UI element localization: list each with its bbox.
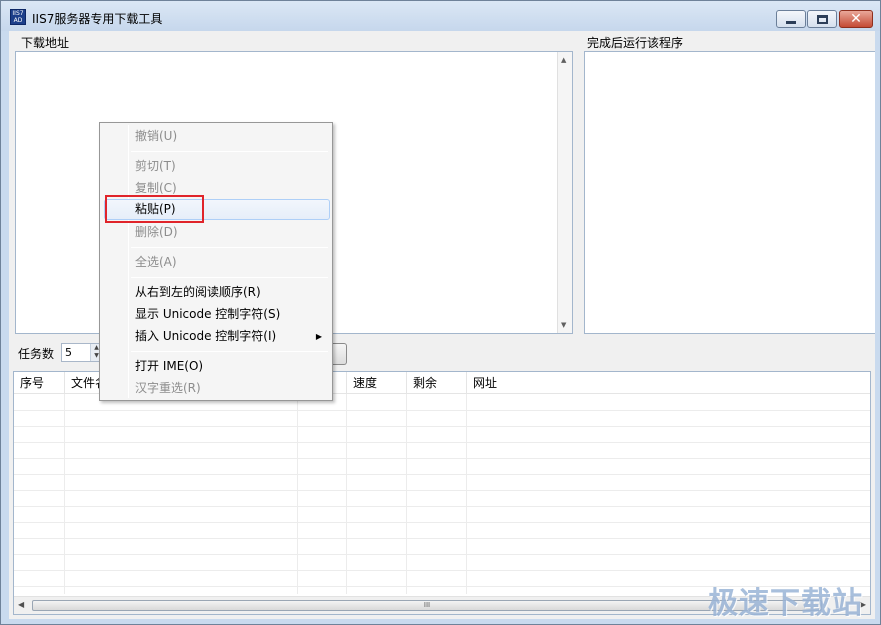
menu-item-cut[interactable]: 剪切(T) [104,156,330,177]
grid-line [14,410,870,411]
task-count-value: 5 [65,346,72,359]
column-header-speed[interactable]: 速度 [347,372,407,394]
grid-line [14,442,870,443]
menu-item-insert-unicode-label: 插入 Unicode 控制字符(I) [135,329,277,343]
watermark-logo: 极速下载站 [708,586,863,621]
column-header-url[interactable]: 网址 [467,372,870,394]
grid-line [14,506,870,507]
grid-line [14,474,870,475]
grid-line [406,394,407,594]
minimize-icon [786,20,796,24]
task-count-stepper[interactable]: 5 ▲ ▼ [61,343,103,362]
minimize-button[interactable] [776,10,806,28]
scroll-up-icon[interactable]: ▲ [561,56,566,64]
menu-item-insert-unicode[interactable]: 插入 Unicode 控制字符(I) ▶ [104,326,330,347]
menu-item-delete[interactable]: 删除(D) [104,222,330,243]
grid-line [14,458,870,459]
scroll-left-icon[interactable]: ◀ [18,600,24,609]
action-button[interactable] [331,343,347,365]
paste-highlight-annotation [105,195,204,223]
grid-line [466,394,467,594]
menu-item-reconvert[interactable]: 汉字重选(R) [104,378,330,399]
app-window: IIS7 AD IIS7服务器专用下载工具 ✕ 下载地址 完成后运行该程序 ▲ ▼… [0,0,881,625]
menu-separator [131,247,328,248]
menu-item-show-unicode[interactable]: 显示 Unicode 控制字符(S) [104,304,330,325]
grid-line [14,490,870,491]
task-count-label: 任务数 [18,347,55,361]
grid-line [297,394,298,594]
menu-separator [131,277,328,278]
column-header-remaining[interactable]: 剩余 [407,372,467,394]
menu-separator [131,151,328,152]
close-icon: ✕ [850,11,862,27]
app-logo-icon: IIS7 AD [10,9,26,25]
grid-line [14,554,870,555]
column-header-index[interactable]: 序号 [14,372,65,394]
menu-item-open-ime[interactable]: 打开 IME(O) [104,356,330,377]
maximize-button[interactable] [807,10,837,28]
menu-item-undo[interactable]: 撤销(U) [104,126,330,147]
grid-line [14,522,870,523]
maximize-icon [816,14,828,24]
grid-line [346,394,347,594]
grid-line [14,570,870,571]
scroll-down-icon[interactable]: ▼ [561,321,566,329]
context-menu: 撤销(U) 剪切(T) 复制(C) 粘贴(P) 删除(D) 全选(A) 从右到左… [99,122,333,401]
submenu-arrow-icon: ▶ [315,332,322,341]
window-title: IIS7服务器专用下载工具 [32,12,163,26]
grid-line [64,394,65,594]
run-after-label: 完成后运行该程序 [587,36,684,50]
grid-line [14,426,870,427]
grid-line [14,538,870,539]
download-url-label: 下载地址 [21,36,70,50]
close-button[interactable]: ✕ [839,10,873,28]
url-vertical-scrollbar[interactable]: ▲ ▼ [557,52,572,333]
menu-separator [131,351,328,352]
run-after-textarea[interactable] [584,51,875,334]
scrollbar-thumb[interactable]: III [32,600,822,611]
menu-item-select-all[interactable]: 全选(A) [104,252,330,273]
title-bar[interactable]: IIS7 AD IIS7服务器专用下载工具 ✕ [1,1,880,31]
menu-item-rtl-reading[interactable]: 从右到左的阅读顺序(R) [104,282,330,303]
